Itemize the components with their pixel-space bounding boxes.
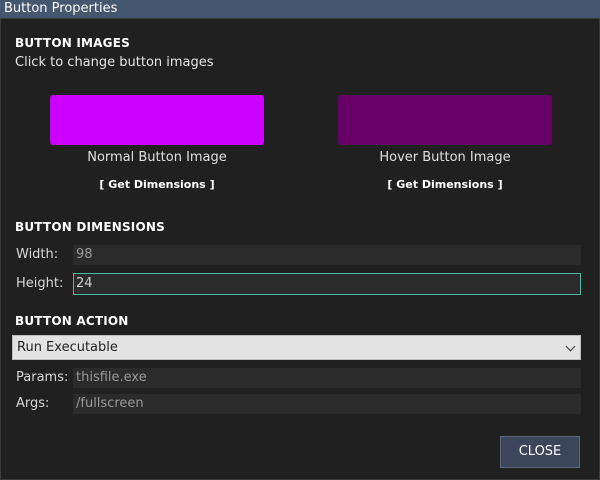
height-field[interactable]: 24: [73, 273, 581, 295]
button-images-subtitle: Click to change button images: [15, 55, 214, 70]
chevron-down-icon: [565, 341, 576, 352]
action-select-value: Run Executable: [17, 340, 118, 355]
width-label: Width:: [16, 247, 59, 262]
params-label: Params:: [16, 370, 69, 385]
normal-get-dimensions-link[interactable]: [ Get Dimensions ]: [50, 178, 264, 191]
args-label: Args:: [16, 396, 50, 411]
close-button[interactable]: CLOSE: [500, 436, 580, 468]
hover-get-dimensions-link[interactable]: [ Get Dimensions ]: [338, 178, 552, 191]
params-field[interactable]: thisfile.exe: [73, 368, 581, 388]
height-label: Height:: [16, 276, 64, 291]
button-action-heading: BUTTON ACTION: [15, 314, 129, 328]
width-field[interactable]: 98: [73, 245, 581, 265]
button-properties-dialog: BUTTON IMAGES Click to change button ima…: [0, 18, 600, 480]
action-select[interactable]: Run Executable: [12, 335, 581, 360]
hover-button-image[interactable]: [338, 95, 552, 145]
hover-button-image-label: Hover Button Image: [379, 150, 511, 165]
button-images-heading: BUTTON IMAGES: [15, 36, 130, 50]
normal-button-image-label: Normal Button Image: [87, 150, 227, 165]
normal-button-image[interactable]: [50, 95, 264, 145]
window-title: Button Properties: [0, 0, 600, 18]
args-field[interactable]: /fullscreen: [73, 394, 581, 414]
button-dimensions-heading: BUTTON DIMENSIONS: [15, 220, 165, 234]
